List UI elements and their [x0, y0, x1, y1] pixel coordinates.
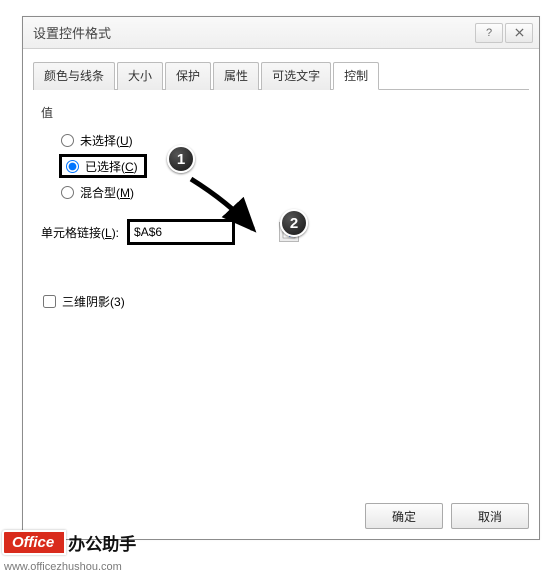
watermark-url: www.officezhushou.com: [4, 561, 122, 573]
cell-link-label: 单元格链接(L):: [41, 224, 119, 241]
watermark-suffix: 办公助手: [68, 530, 136, 555]
radio-mixed[interactable]: [61, 186, 74, 199]
watermark-brand: Office: [2, 530, 66, 555]
tab-content: 值 未选择(U) 已选择(C) 混合型(M): [23, 90, 539, 320]
help-button[interactable]: ?: [475, 23, 503, 43]
callout-1: 1: [167, 145, 195, 173]
callout-2: 2: [280, 209, 308, 237]
radio-selected-highlight: 已选择(C): [59, 154, 147, 178]
close-button[interactable]: [505, 23, 533, 43]
radio-unselected-label: 未选择(U): [80, 132, 133, 149]
radio-mixed-label: 混合型(M): [80, 184, 134, 201]
radio-mixed-row[interactable]: 混合型(M): [59, 181, 521, 203]
tab-size[interactable]: 大小: [117, 62, 163, 90]
tab-alt-text[interactable]: 可选文字: [261, 62, 331, 90]
ok-button[interactable]: 确定: [365, 503, 443, 529]
radio-selected-label: 已选择(C): [85, 158, 138, 175]
shadow-row[interactable]: 三维阴影(3): [41, 293, 521, 310]
cancel-button[interactable]: 取消: [451, 503, 529, 529]
tab-color-lines[interactable]: 颜色与线条: [33, 62, 115, 90]
value-radio-group: 未选择(U) 已选择(C) 混合型(M): [41, 129, 521, 203]
tab-control[interactable]: 控制: [333, 62, 379, 90]
format-control-dialog: 设置控件格式 ? 颜色与线条 大小 保护 属性 可选文字 控制 值 未选择(U): [22, 16, 540, 540]
shadow-label: 三维阴影(3): [62, 293, 125, 310]
radio-unselected-row[interactable]: 未选择(U): [59, 129, 521, 151]
tab-strip: 颜色与线条 大小 保护 属性 可选文字 控制: [33, 61, 529, 90]
cell-link-input[interactable]: [130, 223, 232, 241]
tab-properties[interactable]: 属性: [213, 62, 259, 90]
cell-link-highlight: [127, 219, 235, 245]
radio-selected[interactable]: [66, 160, 79, 173]
close-icon: [515, 28, 524, 37]
shadow-checkbox[interactable]: [43, 295, 56, 308]
radio-unselected[interactable]: [61, 134, 74, 147]
dialog-buttons: 确定 取消: [365, 503, 529, 529]
dialog-title: 设置控件格式: [33, 23, 473, 42]
watermark-badge: Office 办公助手: [2, 530, 136, 555]
dialog-titlebar: 设置控件格式 ?: [23, 17, 539, 49]
tab-protection[interactable]: 保护: [165, 62, 211, 90]
value-section-label: 值: [41, 104, 521, 121]
radio-selected-row[interactable]: 已选择(C): [59, 155, 521, 177]
